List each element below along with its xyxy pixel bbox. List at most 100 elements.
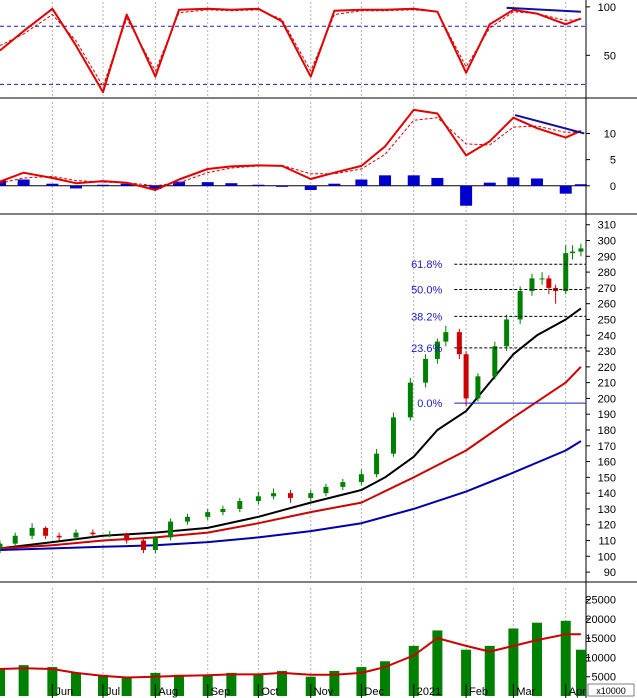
candle-body xyxy=(152,537,158,550)
candle-body xyxy=(517,291,523,320)
candle-body xyxy=(340,482,346,487)
chart-svg: 50 100 0 5 10 61.8% 50.0% 38.2% 23.6% 0.0% 90 100 11… xyxy=(0,0,637,698)
macd-histogram-bar xyxy=(328,183,341,186)
y-tick-label: 300 xyxy=(598,236,616,248)
y-tick-label: 25000 xyxy=(585,595,616,607)
y-tick-label: 310 xyxy=(598,220,616,232)
y-tick-label: 120 xyxy=(598,520,616,532)
y-tick-label: 270 xyxy=(598,283,616,295)
fibonacci-level-label: 0.0% xyxy=(417,398,442,410)
candle-body xyxy=(90,532,96,535)
candle-body xyxy=(456,332,462,355)
candle-body xyxy=(29,527,35,536)
candle-body xyxy=(443,332,449,342)
y-tick-label: 150 xyxy=(598,472,616,484)
y-tick-label: 280 xyxy=(598,267,616,279)
macd-histogram-bar xyxy=(304,185,317,190)
y-tick-label: 260 xyxy=(598,299,616,311)
y-tick-label: 290 xyxy=(598,251,616,263)
candle-body xyxy=(569,251,575,254)
macd-histogram-bar xyxy=(574,184,587,186)
macd-histogram-bar xyxy=(276,185,289,187)
candle-body xyxy=(56,535,62,538)
y-tick-label: 10000 xyxy=(585,652,616,664)
y-tick-label: 240 xyxy=(598,330,616,342)
macd-histogram-bar xyxy=(379,175,392,186)
macd-histogram-bar xyxy=(531,178,544,186)
y-tick-label: 230 xyxy=(598,346,616,358)
y-tick-label: 0 xyxy=(610,181,616,193)
candle-body xyxy=(168,521,174,538)
fibonacci-level-label: 23.6% xyxy=(411,343,442,355)
candle-body xyxy=(323,486,329,494)
y-tick-label: 170 xyxy=(598,441,616,453)
macd-histogram-bar xyxy=(431,177,444,186)
volume-bar xyxy=(532,622,543,696)
macd-histogram-bar xyxy=(507,177,520,186)
y-tick-label: 220 xyxy=(598,362,616,374)
candle-body xyxy=(308,493,314,498)
candle-body xyxy=(358,474,364,483)
volume-bar xyxy=(277,670,288,696)
candle-body xyxy=(463,354,469,399)
candle-body xyxy=(539,278,545,280)
candle-body xyxy=(578,248,584,252)
candle-body xyxy=(107,534,113,536)
x-tick-label: 2021 xyxy=(417,686,441,698)
candle-body xyxy=(43,527,49,536)
y-tick-label: 210 xyxy=(598,378,616,390)
y-tick-label: 50 xyxy=(604,50,616,62)
macd-histogram-bar xyxy=(201,182,214,186)
y-tick-label: 15000 xyxy=(585,633,616,645)
x-tick-label: Dec xyxy=(364,686,384,698)
candle-body xyxy=(390,417,396,454)
candle-body xyxy=(205,512,211,517)
macd-histogram-bar xyxy=(460,185,473,206)
moving-average-line-1 xyxy=(0,307,582,550)
macd-histogram-bar xyxy=(559,185,572,194)
y-tick-label: 100 xyxy=(598,2,616,14)
macd-signal-line xyxy=(0,117,581,187)
x-tick-label: Feb xyxy=(469,686,488,698)
macd-histogram-bar xyxy=(225,183,238,186)
x-tick-label: Jul xyxy=(106,686,120,698)
fibonacci-level-label: 61.8% xyxy=(411,259,442,271)
candle-body xyxy=(0,543,3,549)
macd-macd-line xyxy=(0,108,582,191)
x-tick-label: Jun xyxy=(55,686,73,698)
candle-body xyxy=(255,496,261,502)
macd-histogram-bar xyxy=(483,182,496,186)
x-tick-label: Nov xyxy=(314,686,334,698)
y-tick-label: 190 xyxy=(598,409,616,421)
x-tick-label: Sep xyxy=(211,686,231,698)
candle-body xyxy=(271,493,277,497)
volume-bar xyxy=(121,676,132,696)
candle-body xyxy=(407,382,413,418)
x-tick-label: Mar xyxy=(516,686,535,698)
candle-body xyxy=(475,376,481,399)
x-tick-label: Apr xyxy=(569,686,586,698)
candle-body xyxy=(141,540,147,550)
y-tick-label: 100 xyxy=(598,551,616,563)
y-tick-label: 200 xyxy=(598,393,616,405)
chart-area: 50 100 0 5 10 61.8% 50.0% 38.2% 23.6% 0.0% 90 100 11… xyxy=(0,0,637,698)
candle-body xyxy=(287,493,293,498)
y-tick-label: 10 xyxy=(604,128,616,140)
y-tick-label: 250 xyxy=(598,314,616,326)
volume-unit-label: x10000 xyxy=(596,686,626,696)
y-tick-label: 130 xyxy=(598,504,616,516)
y-tick-label: 160 xyxy=(598,457,616,469)
macd-histogram-bar xyxy=(97,184,110,186)
macd-histogram-bar xyxy=(46,183,59,186)
moving-average-line-2 xyxy=(0,366,582,550)
candle-body xyxy=(237,501,243,509)
candle-body xyxy=(73,532,79,538)
candle-body xyxy=(504,319,510,347)
y-tick-label: 140 xyxy=(598,488,616,500)
candle-body xyxy=(220,508,226,513)
x-tick-label: Aug xyxy=(158,686,178,698)
y-tick-label: 110 xyxy=(598,536,616,548)
candle-body xyxy=(124,534,130,541)
stochastic-k-line xyxy=(0,7,582,94)
macd-histogram-bar xyxy=(17,179,30,186)
